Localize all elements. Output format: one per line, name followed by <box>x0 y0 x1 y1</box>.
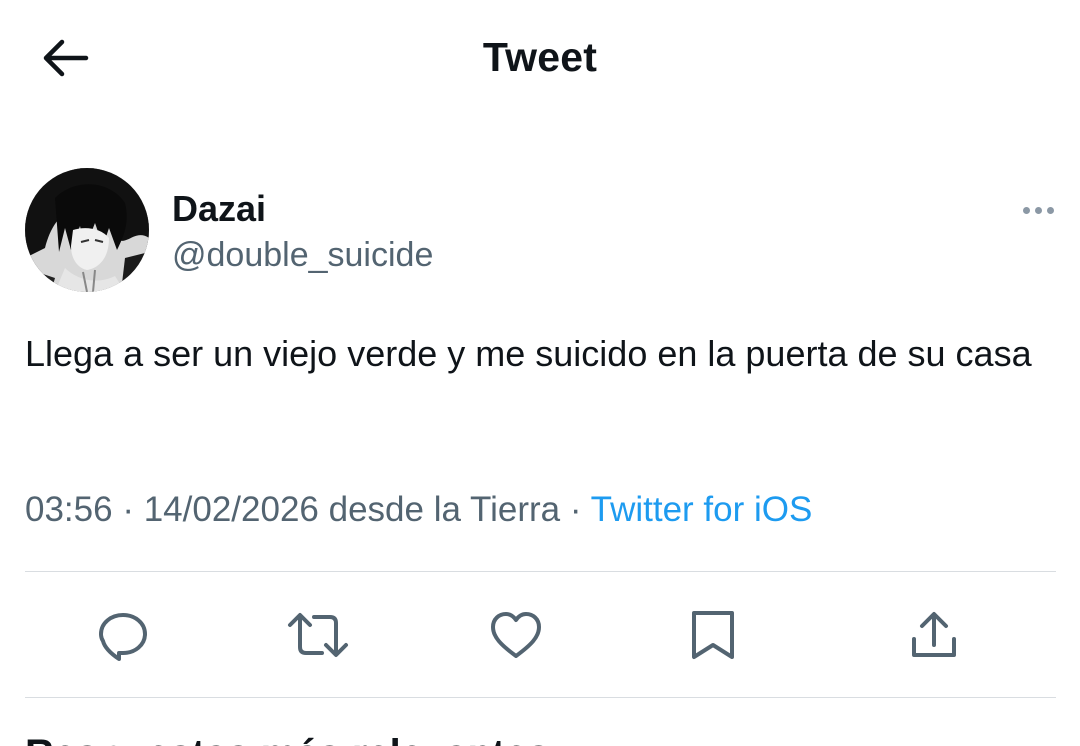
tweet-author: Dazai @double_suicide <box>25 168 1065 294</box>
divider <box>25 697 1056 698</box>
tweet-source-link[interactable]: Twitter for iOS <box>591 490 813 529</box>
tweet-metadata: 03:56 · 14/02/2026 desde la Tierra · Twi… <box>25 490 812 530</box>
header: Tweet <box>0 0 1080 118</box>
tweet-text: Llega a ser un viejo verde y me suicido … <box>25 333 1032 374</box>
author-handle[interactable]: @double_suicide <box>172 236 433 275</box>
reply-button[interactable] <box>88 600 158 670</box>
share-icon <box>912 612 956 657</box>
section-title: Respuestas más relevantes <box>25 732 550 746</box>
avatar[interactable] <box>25 168 149 292</box>
more-horizontal-icon <box>1022 206 1030 214</box>
page-title: Tweet <box>482 34 598 80</box>
author-name[interactable]: Dazai <box>172 188 266 230</box>
tweet-location: desde la Tierra <box>328 490 561 529</box>
more-options-button[interactable] <box>1013 198 1063 222</box>
tweet-date: 14/02/2026 <box>143 490 319 529</box>
like-icon <box>491 612 541 658</box>
retweet-icon <box>288 613 348 657</box>
meta-separator: · <box>122 490 134 529</box>
bookmark-icon <box>692 611 734 659</box>
meta-separator: · <box>569 490 582 529</box>
like-button[interactable] <box>481 600 551 670</box>
divider <box>25 571 1056 572</box>
tweet-actions-bar <box>0 600 1080 670</box>
share-button[interactable] <box>899 600 969 670</box>
tweet-time: 03:56 <box>25 490 113 529</box>
bookmark-button[interactable] <box>678 600 748 670</box>
reply-icon <box>99 613 147 661</box>
retweet-button[interactable] <box>283 600 353 670</box>
